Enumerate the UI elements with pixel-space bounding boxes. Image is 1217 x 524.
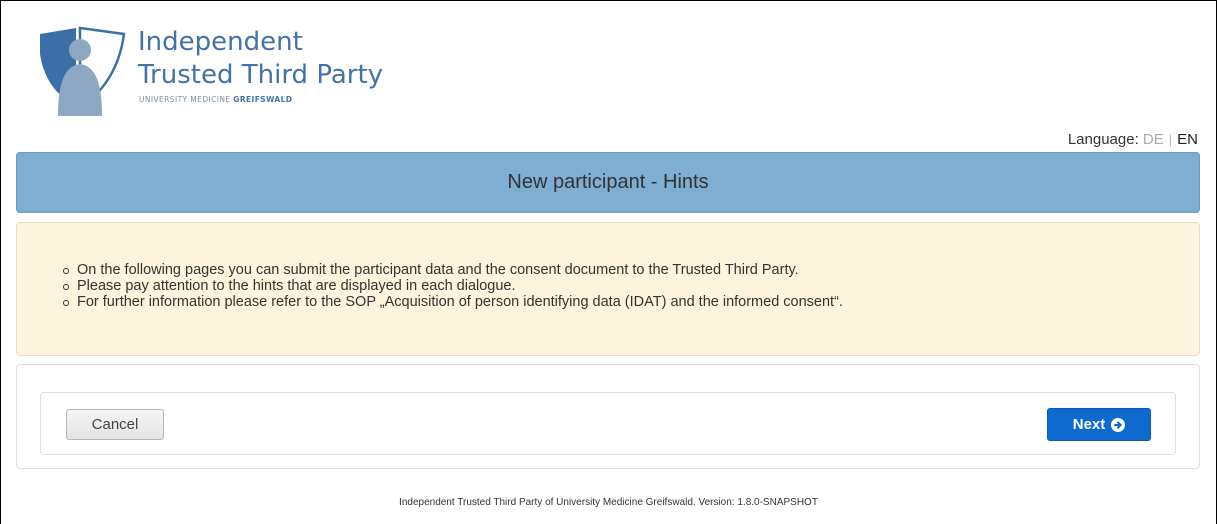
actions-panel: Cancel Next	[16, 364, 1200, 469]
hint-item: On the following pages you can submit th…	[61, 262, 843, 278]
ths-logo: Independent Trusted Third Party UNIVERSI…	[36, 24, 416, 120]
page-footer: Independent Trusted Third Party of Unive…	[399, 497, 818, 508]
language-label: Language:	[1067, 131, 1139, 148]
next-button[interactable]: Next	[1047, 408, 1151, 441]
arrow-circle-right-icon	[1111, 417, 1126, 432]
language-option-en[interactable]: EN	[1177, 131, 1198, 148]
language-switcher: Language: DE | EN	[1068, 131, 1198, 148]
language-separator: |	[1168, 132, 1173, 147]
next-button-label: Next	[1072, 416, 1106, 433]
button-bar: Cancel Next	[40, 392, 1176, 455]
hints-list: On the following pages you can submit th…	[61, 262, 843, 310]
shield-person-icon	[40, 26, 126, 116]
cancel-button[interactable]: Cancel	[66, 409, 164, 440]
logo-title-line2: Trusted Third Party	[138, 60, 384, 90]
hints-panel: On the following pages you can submit th…	[16, 222, 1200, 356]
hint-item: For further information please refer to …	[61, 294, 843, 310]
page-header-panel: New participant - Hints	[16, 152, 1200, 213]
page-title: New participant - Hints	[507, 171, 709, 193]
logo-title-line1: Independent	[138, 27, 303, 57]
hint-item: Please pay attention to the hints that a…	[61, 278, 843, 294]
language-option-de[interactable]: DE	[1143, 131, 1164, 148]
logo-subtitle: UNIVERSITY MEDICINE GREIFSWALD	[139, 95, 293, 104]
